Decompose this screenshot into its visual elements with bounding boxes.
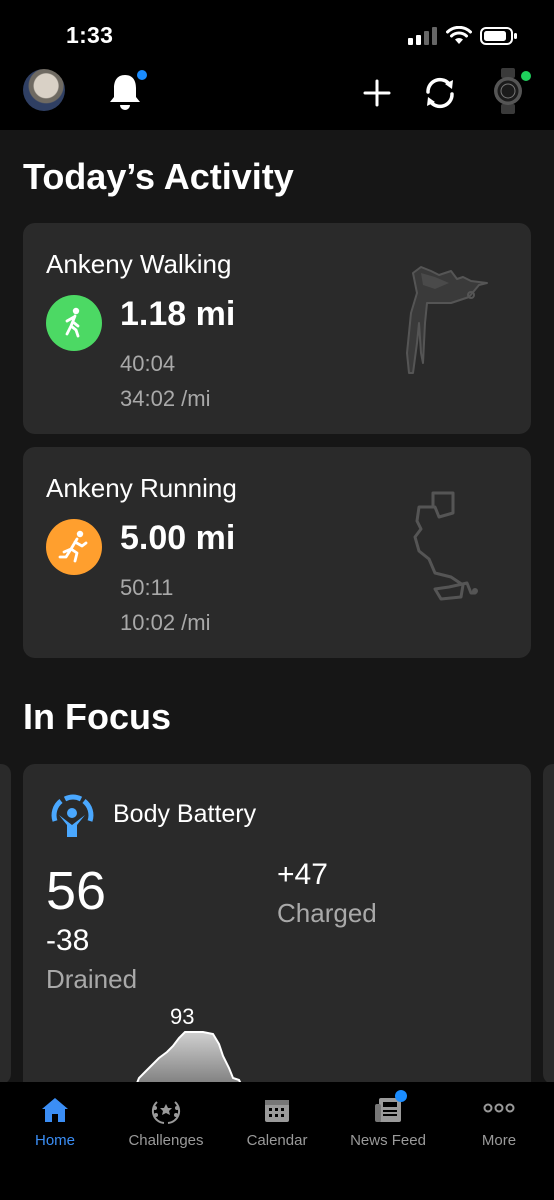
sync-icon[interactable] xyxy=(421,74,459,112)
tab-label: More xyxy=(481,1132,517,1149)
body-battery-icon xyxy=(51,794,94,837)
add-icon[interactable] xyxy=(362,78,392,108)
wifi-icon xyxy=(446,26,472,44)
activity-pace: 10:02 /mi xyxy=(120,610,211,635)
status-time: 1:33 xyxy=(66,22,114,48)
body-battery-card[interactable]: Body Battery 56 -38 Drained +47 Charged … xyxy=(23,764,531,1094)
body-battery-chart xyxy=(133,1031,245,1088)
activity-distance: 5.00 mi xyxy=(120,519,236,557)
cellular-signal-icon xyxy=(408,27,437,45)
tab-home[interactable]: Home xyxy=(0,1082,110,1172)
body-battery-peak-label: 93 xyxy=(170,1004,195,1029)
status-icons xyxy=(408,26,518,46)
tab-bar: Home Challenges Calendar News Feed More xyxy=(0,1082,554,1200)
drained-value: -38 xyxy=(46,924,90,957)
battery-icon xyxy=(480,27,517,45)
activity-pace: 34:02 /mi xyxy=(120,386,211,411)
next-card-edge[interactable] xyxy=(543,764,554,1084)
more-dots-icon xyxy=(483,1103,515,1113)
activity-duration: 50:11 xyxy=(120,575,174,600)
activity-name: Ankeny Walking xyxy=(46,249,232,279)
todays-activity-title: Today’s Activity xyxy=(23,156,294,197)
calendar-icon xyxy=(265,1100,289,1122)
activity-card-walking[interactable]: Ankeny Walking 1.18 mi 40:04 34:02 /mi xyxy=(23,223,531,434)
charged-value: +47 xyxy=(277,858,328,891)
top-bar: 1:33 xyxy=(0,0,554,130)
tab-label: News Feed xyxy=(350,1132,426,1149)
in-focus-title: In Focus xyxy=(23,696,172,737)
body-battery-title: Body Battery xyxy=(113,800,257,828)
drained-label: Drained xyxy=(46,964,138,994)
body-battery-value: 56 xyxy=(46,861,107,921)
activity-duration: 40:04 xyxy=(120,351,176,376)
tab-challenges[interactable]: Challenges xyxy=(111,1082,221,1172)
charged-label: Charged xyxy=(277,898,377,928)
walking-icon xyxy=(46,295,102,351)
avatar[interactable] xyxy=(23,69,65,111)
previous-card-edge[interactable] xyxy=(0,764,11,1084)
route-map-walking xyxy=(406,266,488,374)
route-map-running xyxy=(413,491,478,601)
tab-calendar[interactable]: Calendar xyxy=(222,1082,332,1172)
home-icon xyxy=(42,1098,68,1122)
tab-more[interactable]: More xyxy=(444,1082,554,1172)
watch-connected-indicator xyxy=(520,70,532,82)
tab-label: Calendar xyxy=(246,1132,308,1149)
running-icon xyxy=(46,519,102,575)
laurel-trophy-icon xyxy=(151,1101,181,1124)
notification-badge xyxy=(137,70,147,80)
news-feed-badge xyxy=(395,1090,407,1102)
activity-card-running[interactable]: Ankeny Running 5.00 mi 50:11 10:02 /mi xyxy=(23,447,531,658)
activity-distance: 1.18 mi xyxy=(120,295,236,333)
tab-label: Home xyxy=(34,1132,75,1149)
tab-label: Challenges xyxy=(128,1132,204,1149)
activity-name: Ankeny Running xyxy=(46,473,237,503)
tab-news-feed[interactable]: News Feed xyxy=(333,1082,443,1172)
